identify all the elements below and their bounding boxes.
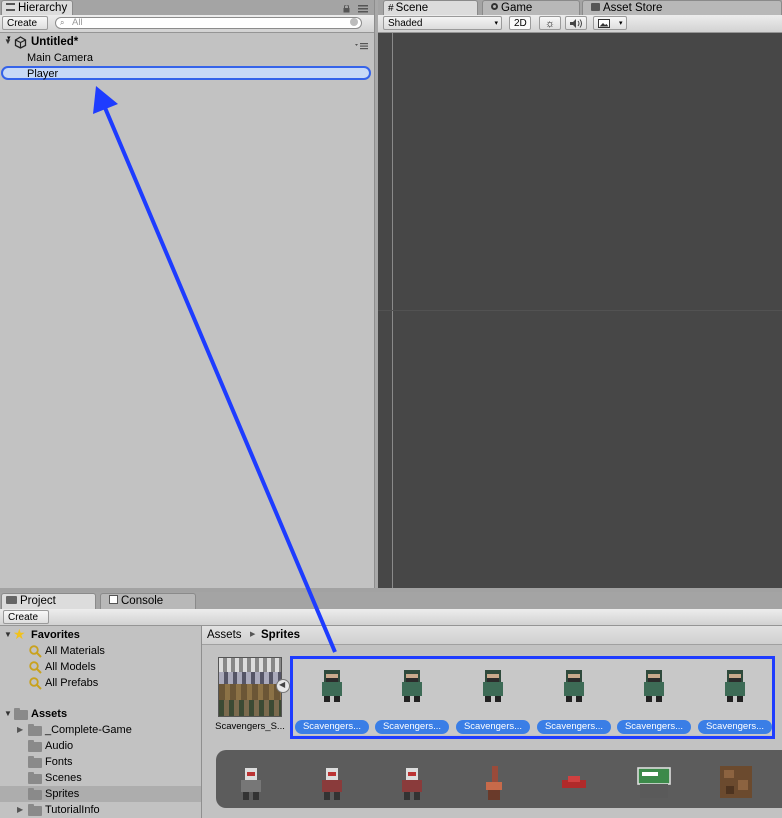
annotation-arrow xyxy=(93,86,337,653)
